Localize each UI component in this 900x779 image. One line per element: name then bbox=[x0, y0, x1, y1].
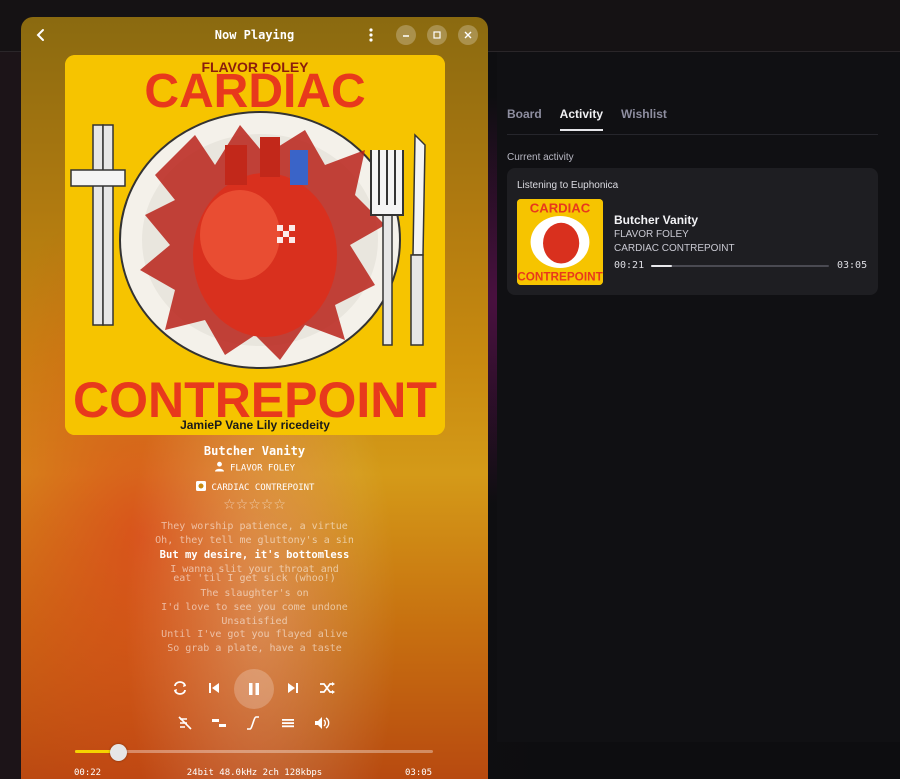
minimize-icon[interactable] bbox=[396, 25, 416, 45]
pause-button[interactable] bbox=[234, 669, 274, 709]
activity-title: Listening to Euphonica bbox=[517, 180, 619, 191]
skip-previous-icon[interactable] bbox=[205, 679, 223, 697]
pause-icon bbox=[249, 683, 259, 695]
artist-name: FLAVOR FOLEY bbox=[229, 463, 296, 474]
window-title: Now Playing bbox=[214, 28, 295, 42]
lyric-line: Until I've got you flayed alive bbox=[161, 629, 348, 640]
album-name: CARDIAC CONTREPOINT bbox=[211, 483, 315, 493]
lyric-line: eat 'til I get sick (whoo!) bbox=[173, 573, 336, 584]
time-total: 03:05 bbox=[405, 768, 433, 778]
skip-next-icon[interactable] bbox=[284, 679, 302, 697]
lyric-line: Unsatisfied bbox=[221, 616, 288, 627]
close-icon[interactable] bbox=[458, 25, 478, 45]
artist-icon bbox=[214, 461, 225, 475]
lyric-line: The slaughter's on bbox=[200, 588, 309, 599]
now-playing-window: Now Playing FLAVOR FOLEY CARDIAC CONTREP… bbox=[21, 17, 488, 779]
svg-text:CARDIAC: CARDIAC bbox=[530, 201, 591, 216]
seek-handle[interactable] bbox=[109, 744, 127, 761]
lyrics-off-icon[interactable] bbox=[176, 714, 194, 732]
lyric-line: They worship patience, a virtue bbox=[161, 521, 348, 532]
activity-time-total: 03:05 bbox=[837, 260, 868, 271]
album-icon bbox=[195, 480, 207, 495]
lyrics-panel: They worship patience, a virtue Oh, they… bbox=[21, 515, 488, 665]
activity-progress-fill bbox=[651, 265, 673, 267]
seek-bar[interactable] bbox=[75, 750, 433, 753]
repeat-icon[interactable] bbox=[171, 679, 189, 697]
activity-time-elapsed: 00:21 bbox=[614, 260, 645, 271]
lyric-line: I'd love to see you come undone bbox=[161, 602, 348, 613]
album-line[interactable]: CARDIAC CONTREPOINT bbox=[21, 480, 488, 495]
album-cover: FLAVOR FOLEY CARDIAC CONTREPOINT JamieP … bbox=[65, 55, 445, 435]
volume-icon[interactable] bbox=[313, 714, 331, 732]
activity-song: Butcher Vanity bbox=[614, 213, 699, 227]
tab-board[interactable]: Board bbox=[507, 107, 542, 131]
maximize-icon[interactable] bbox=[427, 25, 447, 45]
activity-progress-bar bbox=[651, 265, 829, 267]
title-bar[interactable]: Now Playing bbox=[21, 17, 488, 53]
song-title: Butcher Vanity bbox=[203, 444, 306, 458]
tab-bar: Board Activity Wishlist bbox=[507, 107, 667, 131]
activity-album-art: CARDIAC CONTREPOINT bbox=[517, 199, 603, 285]
side-panel: Board Activity Wishlist Current activity… bbox=[497, 52, 900, 742]
cover-credits: JamieP Vane Lily ricedeity bbox=[180, 418, 330, 432]
curve-icon[interactable] bbox=[244, 714, 262, 732]
tab-wishlist[interactable]: Wishlist bbox=[621, 107, 667, 131]
queue-icon[interactable] bbox=[279, 714, 297, 732]
lyric-line-current: But my desire, it's bottomless bbox=[159, 549, 350, 561]
activity-card[interactable]: Listening to Euphonica CARDIAC CONTREPOI… bbox=[507, 168, 878, 295]
lyric-line: So grab a plate, have a taste bbox=[167, 643, 342, 654]
activity-album: CARDIAC CONTREPOINT bbox=[614, 243, 735, 254]
kebab-menu-icon[interactable] bbox=[361, 25, 381, 45]
current-activity-label: Current activity bbox=[507, 152, 574, 163]
cover-title-top: CARDIAC bbox=[144, 65, 365, 118]
artist-line[interactable]: FLAVOR FOLEY bbox=[21, 461, 488, 475]
activity-artist: FLAVOR FOLEY bbox=[614, 229, 689, 240]
lyric-line: Oh, they tell me gluttony's a sin bbox=[155, 535, 354, 546]
tab-activity[interactable]: Activity bbox=[559, 107, 604, 131]
crossfade-icon[interactable] bbox=[210, 714, 228, 732]
shuffle-icon[interactable] bbox=[318, 679, 336, 697]
svg-text:CONTREPOINT: CONTREPOINT bbox=[517, 270, 603, 283]
tab-divider bbox=[507, 134, 878, 135]
rating-stars[interactable]: ☆☆☆☆☆ bbox=[21, 497, 488, 513]
